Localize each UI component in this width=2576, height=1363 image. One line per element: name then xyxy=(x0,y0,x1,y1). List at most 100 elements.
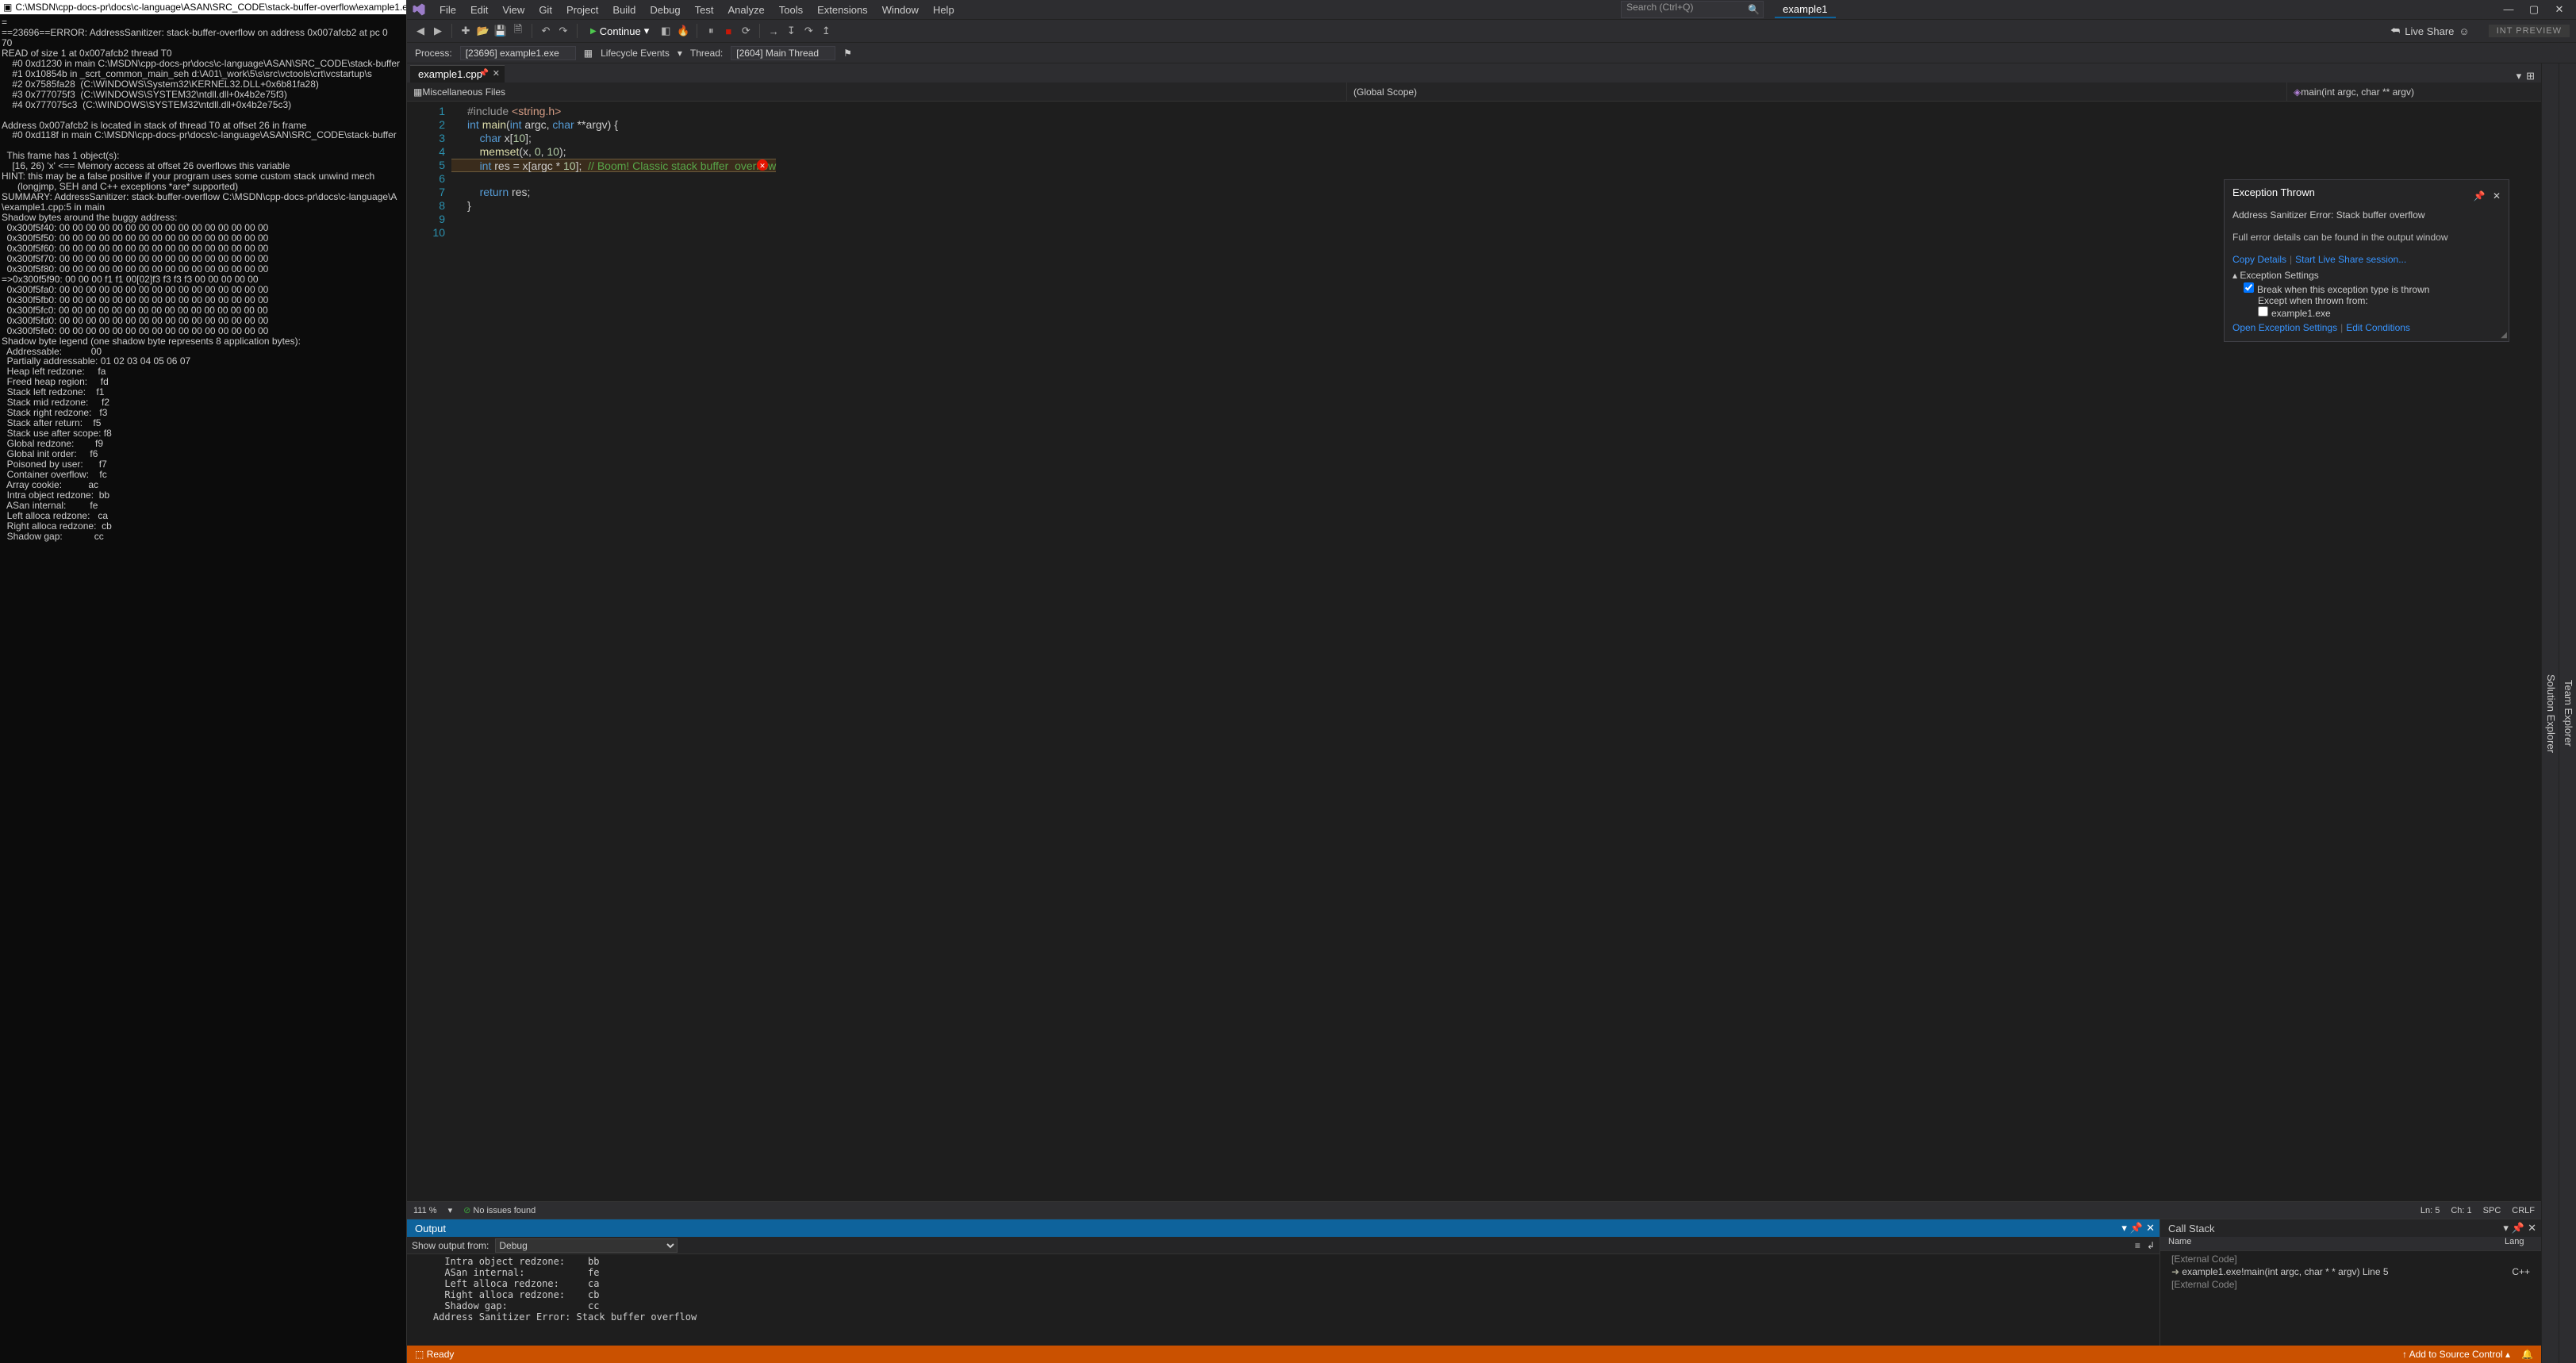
maximize-button[interactable]: ▢ xyxy=(2522,2,2546,17)
flag-icon[interactable]: ⚑ xyxy=(843,48,852,59)
close-popup-icon[interactable]: ✕ xyxy=(2493,190,2501,202)
notifications-icon[interactable]: 🔔 xyxy=(2521,1349,2533,1360)
step-out-icon[interactable]: ↥ xyxy=(819,24,833,38)
copy-details-link[interactable]: Copy Details xyxy=(2232,254,2286,265)
undo-icon[interactable]: ↶ xyxy=(539,24,553,38)
step-into-icon[interactable]: ↧ xyxy=(784,24,798,38)
zoom-level[interactable]: 111 % xyxy=(413,1206,437,1215)
save-icon[interactable]: 💾 xyxy=(493,24,508,38)
menu-file[interactable]: File xyxy=(434,2,462,17)
pin-icon[interactable]: 📌 xyxy=(479,69,489,78)
indent-indicator[interactable]: SPC xyxy=(2483,1206,2501,1215)
class-scope[interactable]: (Global Scope) xyxy=(1347,83,2287,101)
edit-conditions-link[interactable]: Edit Conditions xyxy=(2346,322,2410,333)
minimize-button[interactable]: — xyxy=(2497,2,2520,17)
module-checkbox[interactable]: example1.exe xyxy=(2244,306,2501,319)
eol-indicator[interactable]: CRLF xyxy=(2512,1206,2535,1215)
resize-grip-icon[interactable]: ◢ xyxy=(2501,331,2507,340)
navigation-bar: ▦ Miscellaneous Files (Global Scope) ◈ m… xyxy=(407,83,2541,102)
line-indicator[interactable]: Ln: 5 xyxy=(2421,1206,2440,1215)
call-stack-row[interactable]: [External Code] xyxy=(2163,1278,2538,1291)
continue-button[interactable]: ▶ Continue ▾ xyxy=(584,23,655,39)
menu-tools[interactable]: Tools xyxy=(774,2,808,17)
team-explorer-rail[interactable]: Team Explorer xyxy=(2559,63,2576,1363)
menu-extensions[interactable]: Extensions xyxy=(812,2,873,17)
pause-icon[interactable]: ⏸ xyxy=(704,24,718,38)
menu-window[interactable]: Window xyxy=(877,2,924,17)
menu-debug[interactable]: Debug xyxy=(644,2,685,17)
tab-example1-cpp[interactable]: example1.cpp 📌 ✕ xyxy=(410,65,505,83)
menu-analyze[interactable]: Analyze xyxy=(722,2,770,17)
menu-build[interactable]: Build xyxy=(607,2,641,17)
solution-name[interactable]: example1 xyxy=(1775,2,1835,18)
play-icon: ▶ xyxy=(590,27,597,36)
call-stack-tab[interactable]: Call Stack ▾📌✕ xyxy=(2160,1219,2541,1237)
menu-help[interactable]: Help xyxy=(927,2,960,17)
tab-dropdown-icon[interactable]: ▾ xyxy=(2516,70,2522,83)
process-select[interactable]: [23696] example1.exe xyxy=(460,46,576,60)
open-exception-settings-link[interactable]: Open Exception Settings xyxy=(2232,322,2337,333)
break-checkbox[interactable]: Break when this exception type is thrown xyxy=(2244,284,2429,295)
cs-pin-icon[interactable]: 📌 xyxy=(2512,1222,2524,1234)
cs-col-name[interactable]: Name xyxy=(2160,1237,2505,1250)
step-over-icon[interactable]: ↷ xyxy=(801,24,816,38)
code-lines[interactable]: #include <string.h>int main(int argc, ch… xyxy=(451,102,776,1201)
function-scope[interactable]: ◈ main(int argc, char ** argv) xyxy=(2287,83,2541,101)
output-wordwrap-icon[interactable]: ↲ xyxy=(2147,1240,2155,1251)
exception-message: Address Sanitizer Error: Stack buffer ov… xyxy=(2232,209,2501,221)
output-text[interactable]: Intra object redzone: bb ASan internal: … xyxy=(407,1254,2159,1346)
solution-explorer-rail[interactable]: Solution Explorer xyxy=(2541,63,2559,1363)
call-stack-body[interactable]: [External Code]example1.exe!main(int arg… xyxy=(2160,1251,2541,1346)
output-pin-icon[interactable]: 📌 xyxy=(2130,1222,2143,1234)
folder-icon: ▦ xyxy=(413,86,422,98)
feedback-icon[interactable]: ☺ xyxy=(2459,25,2469,37)
menu-test[interactable]: Test xyxy=(689,2,720,17)
cs-col-lang[interactable]: Lang xyxy=(2505,1237,2541,1250)
project-scope[interactable]: ▦ Miscellaneous Files xyxy=(407,83,1347,101)
menu-git[interactable]: Git xyxy=(533,2,558,17)
redo-icon[interactable]: ↷ xyxy=(556,24,570,38)
output-clear-icon[interactable]: ≡ xyxy=(2135,1240,2140,1251)
char-indicator[interactable]: Ch: 1 xyxy=(2451,1206,2471,1215)
restart-icon[interactable]: ⟳ xyxy=(739,24,753,38)
liveshare-button[interactable]: Live Share xyxy=(2405,25,2454,37)
close-tab-icon[interactable]: ✕ xyxy=(493,68,500,79)
output-source-select[interactable]: Debug xyxy=(495,1238,678,1253)
code-editor[interactable]: 12345678910 #include <string.h>int main(… xyxy=(407,102,2541,1201)
close-button[interactable]: ✕ xyxy=(2547,2,2571,17)
solution-explorer-sync-icon[interactable]: ⊞ xyxy=(2526,70,2535,83)
new-item-icon[interactable]: ✚ xyxy=(459,24,473,38)
open-icon[interactable]: 📂 xyxy=(476,24,490,38)
terminal-output[interactable]: = ==23696==ERROR: AddressSanitizer: stac… xyxy=(0,14,406,1363)
pin-popup-icon[interactable]: 📌 xyxy=(2474,190,2486,202)
start-liveshare-link[interactable]: Start Live Share session... xyxy=(2295,254,2406,265)
add-source-control[interactable]: ↑ Add to Source Control ▴ xyxy=(2402,1349,2510,1360)
title-bar: FileEdit ViewGitProjectBuildDebug TestAnal… xyxy=(407,0,2576,19)
lifecycle-events[interactable]: Lifecycle Events xyxy=(601,48,670,59)
cs-close-icon[interactable]: ✕ xyxy=(2528,1222,2536,1234)
menu-edit[interactable]: Edit xyxy=(465,2,493,17)
thread-select[interactable]: [2604] Main Thread xyxy=(731,46,835,60)
output-tab[interactable]: Output ▾📌✕ xyxy=(407,1219,2159,1237)
search-box[interactable]: Search (Ctrl+Q) 🔍 xyxy=(1621,1,1764,18)
stop-icon[interactable]: ■ xyxy=(721,24,735,38)
call-stack-row[interactable]: [External Code] xyxy=(2163,1253,2538,1265)
call-stack-row[interactable]: example1.exe!main(int argc, char * * arg… xyxy=(2163,1265,2538,1278)
nav-fwd-icon[interactable]: ▶ xyxy=(431,24,445,38)
issues-indicator[interactable]: No issues found xyxy=(463,1205,536,1215)
search-icon[interactable]: 🔍 xyxy=(1748,4,1760,15)
show-next-statement-icon[interactable]: → xyxy=(766,24,781,38)
menu-project[interactable]: Project xyxy=(561,2,604,17)
output-dropdown-icon[interactable]: ▾ xyxy=(2121,1222,2127,1234)
cs-dropdown-icon[interactable]: ▾ xyxy=(2503,1222,2509,1234)
status-text: Ready xyxy=(427,1349,455,1360)
save-all-icon[interactable]: 🗎 xyxy=(511,24,525,38)
nav-back-icon[interactable]: ◀ xyxy=(413,24,428,38)
hot-reload-icon[interactable]: 🔥 xyxy=(676,24,690,38)
breakpoint-icon[interactable]: ◧ xyxy=(658,24,673,38)
exception-settings-header[interactable]: ▴ Exception Settings xyxy=(2232,270,2501,281)
terminal-title-bar[interactable]: ▣ C:\MSDN\cpp-docs-pr\docs\c-language\AS… xyxy=(0,0,406,14)
output-close-icon[interactable]: ✕ xyxy=(2146,1222,2155,1234)
menu-view[interactable]: View xyxy=(497,2,530,17)
line-number-gutter[interactable]: 12345678910 xyxy=(407,102,451,1201)
